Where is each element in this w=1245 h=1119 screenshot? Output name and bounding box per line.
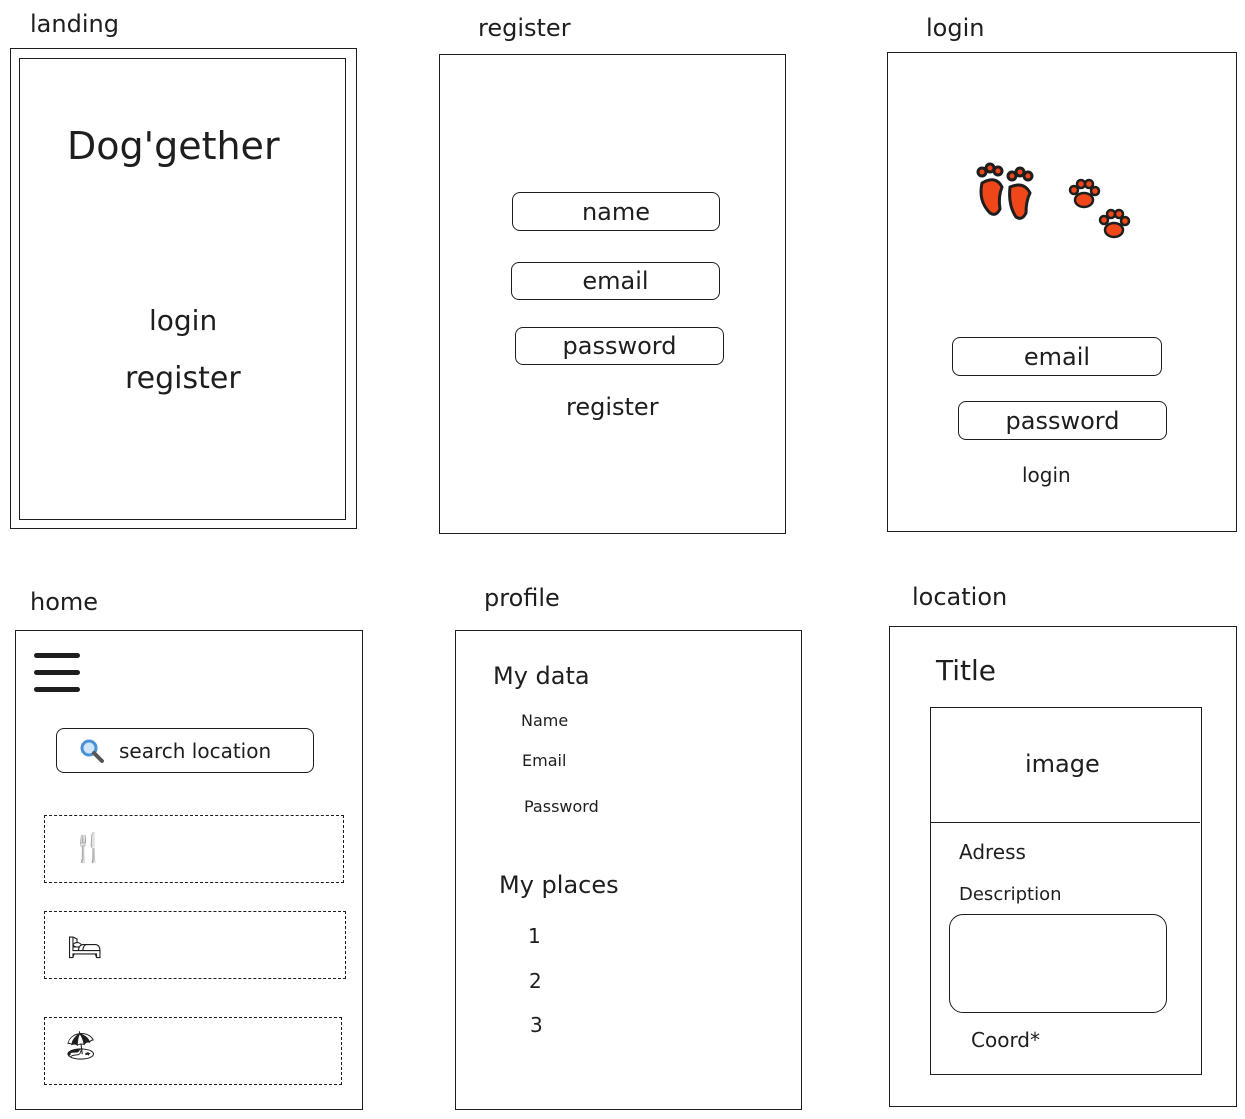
location-card: image Adress Description Coord* xyxy=(930,707,1202,1075)
email-field[interactable]: email xyxy=(952,337,1162,376)
search-input[interactable]: search location xyxy=(56,728,314,773)
location-title: Title xyxy=(936,654,997,687)
category-card-hotel[interactable]: 🛏 xyxy=(44,911,346,979)
coord-label: Coord* xyxy=(971,1028,1041,1052)
register-link[interactable]: register xyxy=(125,364,241,394)
register-screen: name email password register xyxy=(439,54,786,534)
register-button[interactable]: register xyxy=(566,395,659,419)
place-item[interactable]: 1 xyxy=(528,926,541,946)
name-field[interactable]: name xyxy=(512,192,720,231)
profile-password-field: Password xyxy=(524,797,599,816)
landing-screen: Dog'gether login register xyxy=(10,48,357,529)
paw-prints-icon xyxy=(1068,178,1131,239)
login-screen: email password login xyxy=(887,52,1237,532)
register-caption: register xyxy=(478,14,571,42)
fork-and-knife-icon: 🍴 xyxy=(71,831,106,864)
app-title: Dog'gether xyxy=(67,124,280,168)
category-card-restaurant[interactable]: 🍴 xyxy=(44,815,344,883)
profile-email-field: Email xyxy=(522,751,567,770)
description-label: Description xyxy=(959,884,1062,905)
category-card-beach[interactable]: 🏖 xyxy=(44,1017,342,1085)
profile-caption: profile xyxy=(484,584,560,612)
place-item[interactable]: 2 xyxy=(529,971,542,991)
bed-icon: 🛏 xyxy=(67,931,103,964)
home-screen: search location 🍴 🛏 🏖 xyxy=(15,630,363,1110)
my-data-heading: My data xyxy=(493,662,590,690)
beach-umbrella-icon: 🏖 xyxy=(63,1029,99,1062)
location-screen: Title image Adress Description Coord* xyxy=(889,626,1237,1107)
footprints-icon xyxy=(976,162,1034,220)
image-label: image xyxy=(1025,750,1100,778)
location-caption: location xyxy=(912,583,1008,611)
address-label: Adress xyxy=(959,840,1026,864)
login-caption: login xyxy=(926,14,985,42)
description-textarea[interactable] xyxy=(949,914,1167,1013)
hamburger-menu-icon[interactable] xyxy=(34,653,80,697)
login-link[interactable]: login xyxy=(149,307,217,335)
place-item[interactable]: 3 xyxy=(530,1015,543,1035)
profile-name-field: Name xyxy=(521,711,569,730)
search-placeholder: search location xyxy=(119,739,272,763)
password-field[interactable]: password xyxy=(515,327,724,365)
login-button[interactable]: login xyxy=(1022,465,1071,485)
magnifier-icon xyxy=(80,739,104,763)
landing-caption: landing xyxy=(30,10,119,38)
home-caption: home xyxy=(30,588,99,616)
password-field[interactable]: password xyxy=(958,401,1167,440)
profile-screen: My data Name Email Password My places 1 … xyxy=(455,630,802,1110)
image-placeholder: image xyxy=(931,708,1200,823)
email-field[interactable]: email xyxy=(511,262,720,300)
my-places-heading: My places xyxy=(499,871,619,899)
